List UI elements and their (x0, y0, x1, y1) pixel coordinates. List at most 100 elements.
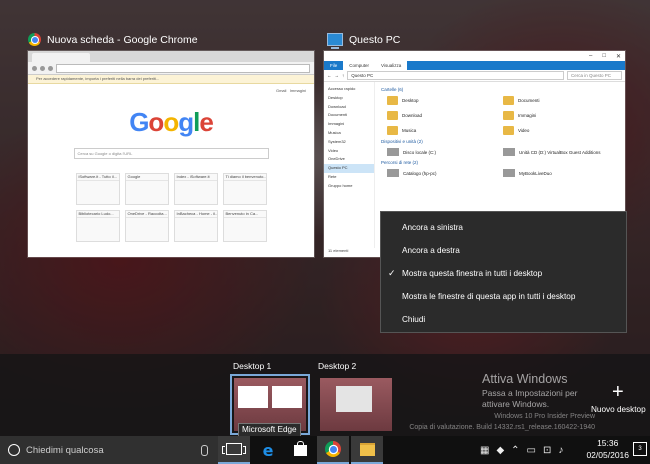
cd-drive-icon (503, 148, 515, 156)
folder-label: Musica (402, 128, 417, 133)
activation-title: Attiva Windows (482, 372, 568, 386)
chrome-top-links: Gmail Immagini (28, 84, 314, 97)
explorer-window-title[interactable]: Questo PC (327, 33, 400, 49)
clock-date: 02/05/2016 (586, 450, 629, 460)
folder-icon (387, 126, 398, 135)
new-desktop-plus-icon[interactable]: + (612, 382, 624, 402)
folder-icon (503, 126, 514, 135)
menu-item-label: Mostra le finestre di questa app in tutt… (402, 292, 576, 301)
chrome-toolbar (28, 62, 314, 75)
folder-item: Documenti (503, 96, 619, 105)
back-icon (32, 65, 37, 71)
system-tray: ▦ ◆ ⌃ ▭ ⊡ ♪ (480, 436, 563, 464)
network-item: MyBookLiveDuo (503, 169, 619, 177)
chrome-omnibox (56, 63, 310, 73)
tile: OneDrive - Raccolta... (124, 210, 169, 242)
tile-title: iSoftware.it - Tutto il... (76, 174, 119, 181)
cortana-icon (8, 444, 20, 456)
folder-icon (503, 111, 514, 120)
forward-icon (40, 65, 45, 71)
network-item: Catalogo (hp-pc) (387, 169, 503, 177)
tile: Bibliotecario Ludo... (75, 210, 120, 242)
chrome-icon (325, 441, 341, 457)
nav-item: Gruppo home (328, 182, 353, 188)
menu-item-label: Ancora a destra (402, 246, 460, 255)
devices-header: Dispositivi e unità (2) (381, 139, 423, 144)
vpn-icon[interactable]: ⊡ (543, 445, 551, 456)
forward-arrow-icon: → (334, 73, 340, 78)
google-logo-g: G (129, 107, 149, 137)
images-link: Immagini (289, 88, 306, 93)
drive-item: Unità CD (D:) VirtualBox Guest Additions (503, 148, 619, 156)
explorer-titlebar: – □ ✕ (324, 51, 625, 61)
nav-item: OneDrive (328, 156, 345, 162)
minimize-icon: – (589, 53, 593, 59)
google-logo-o2: o (163, 107, 179, 137)
action-center-icon[interactable]: 3 (633, 442, 647, 456)
task-view-icon (222, 443, 246, 455)
battery-icon[interactable]: ▭ (527, 445, 536, 456)
tile: Google (124, 173, 169, 205)
task-view-button[interactable] (218, 436, 250, 464)
devices-grid: Disco locale (C:) Unità CD (D:) VirtualB… (387, 148, 619, 156)
google-logo-e: e (199, 107, 214, 137)
search-placeholder: Chiedimi qualcosa (26, 444, 104, 456)
activation-watermark: Attiva Windows Passa a Impostazioni per … (482, 372, 607, 410)
chrome-title-text: Nuova scheda - Google Chrome (47, 33, 198, 46)
dropbox-icon[interactable]: ◆ (496, 445, 504, 456)
explorer-nav-pane: Accesso rapido Desktop Download Document… (324, 82, 375, 248)
nav-item: Accesso rapido (328, 86, 356, 91)
store-icon (293, 440, 307, 456)
store-button[interactable] (284, 436, 316, 464)
folders-header: Cartelle (6) (381, 87, 404, 92)
tile-title: Bibliotecario Ludo... (76, 211, 119, 218)
chrome-window-title[interactable]: Nuova scheda - Google Chrome (28, 33, 198, 46)
chrome-window-thumbnail[interactable]: Per accedere rapidamente, importa i pref… (28, 51, 314, 257)
menu-item-label: Chiudi (402, 315, 426, 324)
google-logo-g2: g (178, 107, 194, 137)
explorer-address-row: ← → ↑ Questo PC Cerca in Questo PC (324, 70, 625, 82)
file-explorer-button[interactable] (351, 436, 383, 464)
mini-window (272, 386, 302, 408)
menu-item-close[interactable]: Chiudi (381, 308, 626, 331)
new-desktop-button[interactable]: Nuovo desktop (591, 405, 646, 414)
desktop-2-thumbnail[interactable] (316, 374, 396, 435)
menu-item-show-app-all-desktops[interactable]: Mostra le finestre di questa app in tutt… (381, 285, 626, 308)
menu-item-snap-right[interactable]: Ancora a destra (381, 239, 626, 262)
chrome-tab (32, 53, 90, 62)
show-hidden-icons[interactable]: ⌃ (511, 445, 519, 456)
menu-item-show-window-all-desktops[interactable]: ✓ Mostra questa finestra in tutti i deskt… (381, 262, 626, 285)
nav-item: Musica (328, 129, 341, 135)
nav-item: Video (328, 147, 339, 153)
build-line: Copia di valutazione. Build 14332.rs1_re… (409, 424, 595, 431)
back-arrow-icon: ← (327, 73, 332, 78)
tile-title: Index - iSoftware.it (174, 174, 217, 181)
chrome-tab-bar (28, 51, 314, 62)
chrome-taskbar-button[interactable] (317, 436, 349, 464)
cortana-search-box[interactable]: Chiedimi qualcosa (0, 436, 218, 464)
clock[interactable]: 15:36 02/05/2016 (586, 437, 629, 461)
this-pc-icon (327, 33, 343, 49)
tile-title: Benvenuto in Ca... (223, 211, 266, 218)
ribbon-tab-computer: Computer (343, 61, 376, 70)
network-grid: Catalogo (hp-pc) MyBookLiveDuo (387, 169, 619, 177)
folder-label: Documenti (518, 98, 540, 103)
edge-button[interactable]: e (252, 436, 284, 464)
folder-item: Video (503, 126, 619, 135)
build-line: Windows 10 Pro Insider Preview (494, 413, 595, 420)
volume-icon[interactable]: ♪ (558, 445, 563, 456)
network-label: MyBookLiveDuo (519, 170, 552, 176)
tile: Benvenuto in Ca... (222, 210, 267, 242)
microphone-icon[interactable] (201, 445, 208, 456)
activation-subtitle: Passa a Impostazioni per attivare Window… (482, 388, 578, 409)
desktop-1-label: Desktop 1 (233, 361, 272, 371)
explorer-search-box: Cerca in Questo PC (567, 71, 622, 80)
chrome-icon (28, 33, 41, 46)
nav-item: Download (328, 103, 346, 109)
nav-item: Desktop (328, 94, 343, 100)
menu-item-snap-left[interactable]: Ancora a sinistra (381, 216, 626, 239)
reload-icon (48, 65, 53, 71)
folder-label: Video (518, 128, 530, 133)
maximize-icon: □ (602, 53, 606, 59)
network-icon[interactable]: ▦ (480, 445, 489, 456)
